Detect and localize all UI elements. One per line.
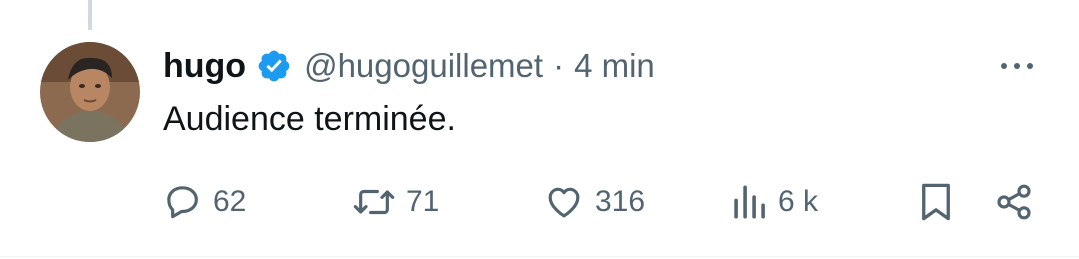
- bookmark-icon: [917, 181, 955, 223]
- tweet-divider: [0, 256, 1079, 257]
- avatar-image: [40, 42, 140, 142]
- more-dot: [1027, 63, 1033, 69]
- tweet[interactable]: hugo @hugoguillemet · 4 min Audience ter…: [0, 0, 1079, 259]
- author-name[interactable]: hugo: [163, 47, 246, 86]
- views-chart-icon: [732, 182, 768, 222]
- separator-dot: ·: [553, 47, 565, 84]
- author-handle[interactable]: @hugoguillemet: [304, 47, 543, 85]
- verified-badge-icon: [256, 48, 292, 84]
- reply-button[interactable]: 62: [163, 176, 246, 228]
- like-count: 316: [595, 185, 646, 218]
- more-dot: [1001, 63, 1007, 69]
- heart-icon: [543, 182, 585, 222]
- avatar[interactable]: [40, 42, 140, 142]
- retweet-count: 71: [406, 185, 440, 218]
- retweet-icon: [352, 182, 396, 222]
- more-dots-icon[interactable]: [1001, 52, 1033, 80]
- reply-icon: [163, 182, 203, 222]
- reply-count: 62: [213, 185, 247, 218]
- action-bar: 62 71 316 6 k: [0, 176, 1079, 228]
- views-count: 6 k: [778, 185, 819, 218]
- tweet-header: hugo @hugoguillemet · 4 min: [163, 40, 655, 92]
- tweet-text: Audience terminée.: [163, 100, 456, 138]
- retweet-button[interactable]: 71: [352, 176, 439, 228]
- share-icon: [994, 182, 1034, 222]
- more-dot: [1014, 63, 1020, 69]
- views-button[interactable]: 6 k: [732, 176, 818, 228]
- tweet-timestamp[interactable]: 4 min: [574, 47, 655, 85]
- thread-connector-line: [88, 0, 92, 30]
- like-button[interactable]: 316: [543, 176, 645, 228]
- share-button[interactable]: [994, 176, 1034, 228]
- bookmark-button[interactable]: [917, 176, 955, 228]
